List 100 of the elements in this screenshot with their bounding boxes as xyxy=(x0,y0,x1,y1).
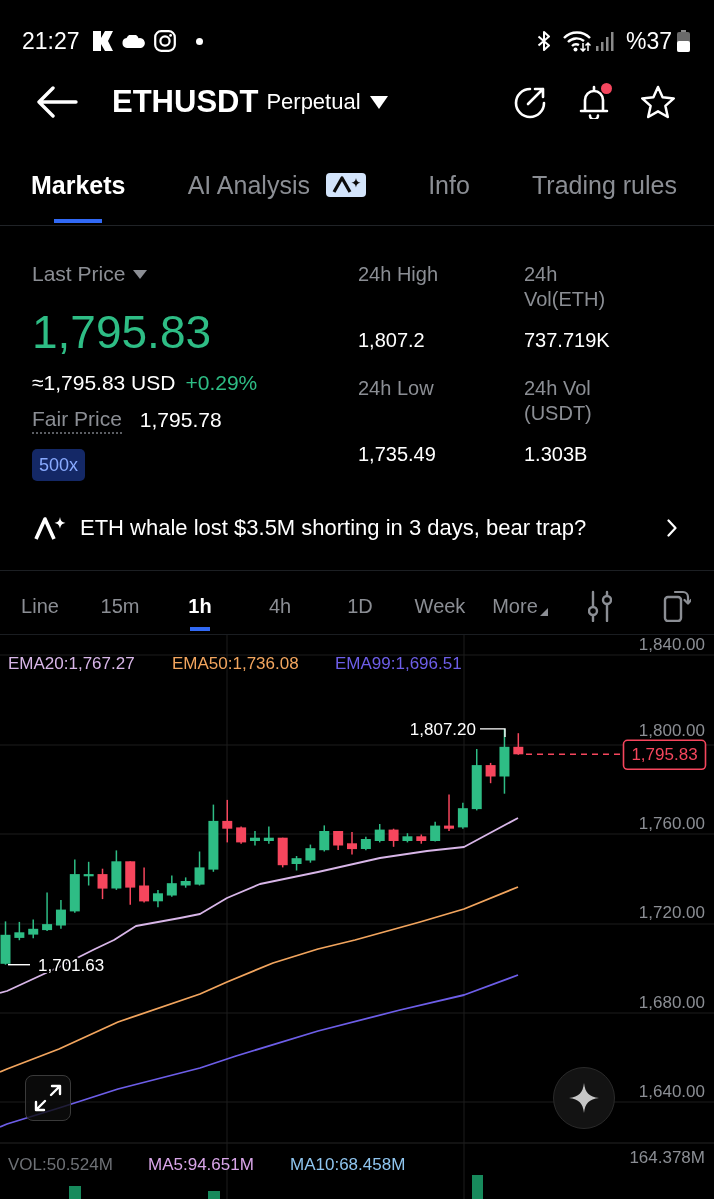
volume-legend: MA10:68.458M xyxy=(290,1155,406,1174)
dot-icon xyxy=(195,37,203,45)
bell-icon xyxy=(579,85,609,119)
candle xyxy=(291,855,302,872)
indicator-legend: EMA20:1,767.27 xyxy=(8,654,135,673)
stat-label: 24h High xyxy=(358,262,439,287)
interval-tab[interactable]: Week xyxy=(400,571,480,634)
stat-label: 24h Low xyxy=(358,376,434,401)
candle xyxy=(277,836,288,869)
volume-axis-label: 164.378M xyxy=(629,1148,705,1167)
sparkle-icon xyxy=(568,1082,600,1114)
interval-tab[interactable]: Line xyxy=(0,571,80,634)
volume-bar xyxy=(472,1175,483,1199)
price-axis-label: 1,800.00 xyxy=(638,721,705,740)
volume-bar xyxy=(208,1191,220,1199)
interval-tab[interactable]: 4h xyxy=(240,571,320,634)
signal-icon xyxy=(594,31,615,51)
candle xyxy=(360,836,371,851)
candle xyxy=(111,849,122,891)
caret-down-icon xyxy=(133,269,148,279)
high-price-label: 1,807.20 xyxy=(409,719,476,739)
stat-value: 1,735.49 xyxy=(358,442,436,467)
stat-value: 1.303B xyxy=(524,442,588,467)
volume-legend: MA5:94.651M xyxy=(148,1155,254,1174)
candle xyxy=(333,830,344,851)
last-price: 1,795.83 xyxy=(32,305,212,360)
candle xyxy=(125,860,136,906)
ai-sparkle-icon xyxy=(34,515,66,541)
leader-line xyxy=(479,728,506,738)
tab[interactable]: Trading rules xyxy=(532,169,677,225)
candle xyxy=(305,843,316,864)
arrow-circle-icon xyxy=(513,85,547,119)
candle xyxy=(250,830,260,847)
indicator-legend: EMA99:1,696.51 xyxy=(335,654,462,673)
volume-legend: VOL:50.524M xyxy=(8,1155,113,1174)
symbol-title: ETHUSDT xyxy=(112,83,259,121)
candle xyxy=(208,803,219,873)
indicator-legend: EMA50:1,736.08 xyxy=(172,654,299,673)
price-axis-label: 1,760.00 xyxy=(638,814,705,833)
candle xyxy=(0,920,11,966)
candle xyxy=(430,821,441,843)
candle xyxy=(513,732,524,756)
candle xyxy=(139,866,150,904)
price-type-dropdown[interactable]: Last Price xyxy=(32,260,148,288)
contract-type-dropdown[interactable]: Perpetual xyxy=(266,87,388,117)
candle xyxy=(402,832,413,844)
interval-tab[interactable]: 15m xyxy=(80,571,160,634)
fair-price-label[interactable]: Fair Price xyxy=(32,406,122,434)
sliders-icon xyxy=(588,589,612,622)
candle xyxy=(388,827,399,848)
chevron-right-icon xyxy=(667,519,677,537)
price-axis-label: 1,720.00 xyxy=(638,903,705,922)
candle xyxy=(416,833,427,845)
cloud-icon xyxy=(121,34,146,48)
candle xyxy=(236,825,247,845)
price-axis-label: 1,840.00 xyxy=(638,635,705,654)
battery-percent: %37 xyxy=(625,27,672,55)
stat-value: 737.719K xyxy=(524,328,610,353)
more-button[interactable]: More xyxy=(480,571,560,634)
candle xyxy=(83,861,94,887)
candle xyxy=(457,802,468,830)
tab[interactable]: AI Analysis xyxy=(187,169,366,225)
candle xyxy=(42,891,53,932)
candle xyxy=(319,824,330,853)
leader-line xyxy=(7,964,31,966)
back-arrow-icon xyxy=(36,86,78,118)
candle xyxy=(194,850,205,887)
interval-tab[interactable]: 1D xyxy=(320,571,400,634)
clock-time: 21:27 xyxy=(22,27,80,55)
candle xyxy=(55,899,66,930)
price-axis-label: 1,680.00 xyxy=(638,993,705,1012)
last-price-tag: 1,795.83 xyxy=(622,739,707,771)
candle xyxy=(97,867,108,900)
corner-triangle-icon xyxy=(539,607,548,616)
candle xyxy=(471,748,482,812)
interval-tab[interactable]: 1h xyxy=(160,571,240,634)
wifi-icon xyxy=(562,30,591,52)
news-headline[interactable]: ETH whale lost $3.5M shorting in 3 days, bear trap? xyxy=(80,513,587,543)
volume-bar xyxy=(69,1186,81,1199)
candle xyxy=(444,793,454,832)
phone-rotate-icon xyxy=(663,589,691,622)
camera-icon xyxy=(153,30,176,52)
price-change: +0.29% xyxy=(185,370,258,396)
candle xyxy=(180,876,191,889)
candle xyxy=(28,918,39,939)
battery-icon xyxy=(677,30,690,52)
candle xyxy=(222,799,233,844)
tab[interactable]: Markets xyxy=(31,169,126,225)
leverage-badge: 500x xyxy=(32,449,86,481)
stat-label: 24h Vol (USDT) xyxy=(524,376,593,426)
candle xyxy=(485,762,496,784)
app-logo-icon xyxy=(92,31,113,51)
price-axis-label: 1,640.00 xyxy=(638,1082,705,1101)
candle xyxy=(14,921,25,941)
stat-value: 1,807.2 xyxy=(358,328,425,353)
fullscreen-button[interactable] xyxy=(25,1075,71,1121)
tab[interactable]: Info xyxy=(428,169,470,225)
usd-value: ≈1,795.83 USD xyxy=(32,370,176,396)
fair-price-value: 1,795.78 xyxy=(139,407,222,433)
bluetooth-icon xyxy=(536,31,551,51)
